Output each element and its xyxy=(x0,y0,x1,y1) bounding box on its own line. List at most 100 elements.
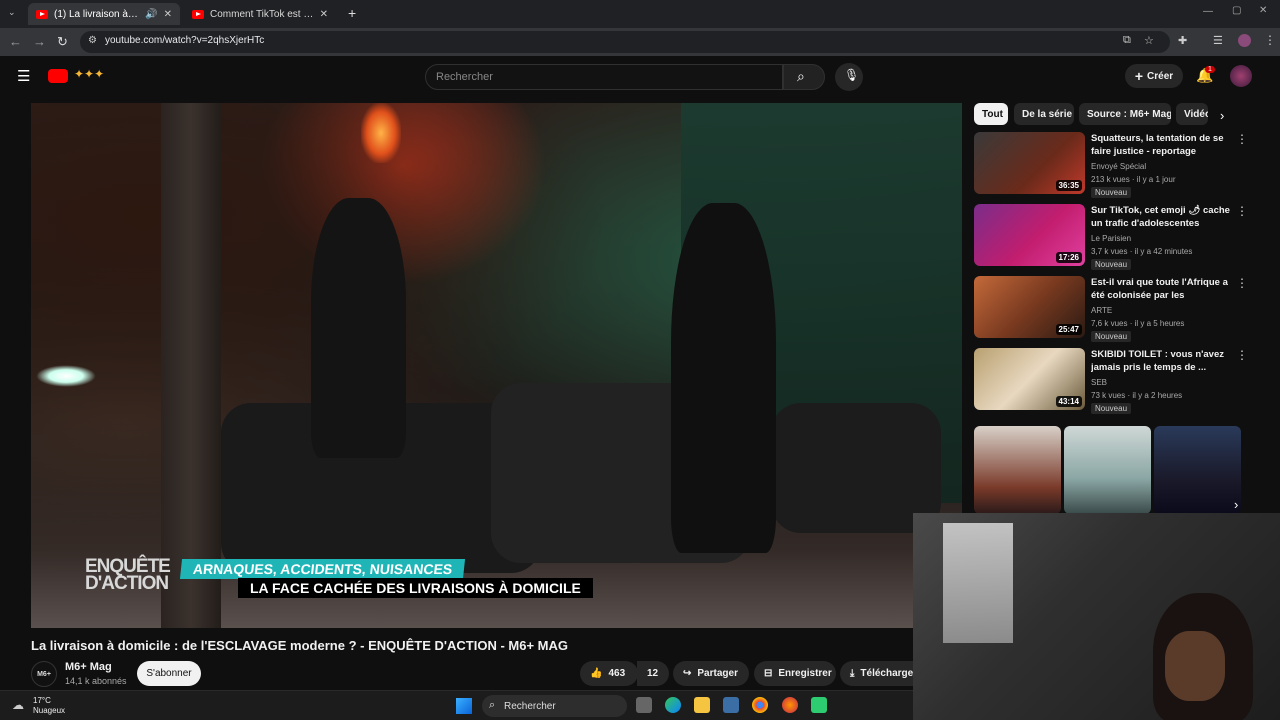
tab-search-icon[interactable]: ⌄ xyxy=(8,7,16,18)
address-bar[interactable]: ⚙ youtube.com/watch?v=2qhsXjerHTc ⧉ ☆ xyxy=(80,31,1170,53)
task-view-icon[interactable] xyxy=(636,697,652,713)
tab-title: (1) La livraison à domicile : xyxy=(54,8,139,20)
youtube-logo-icon[interactable] xyxy=(48,69,68,83)
download-button[interactable]: ⤓ Télécharge xyxy=(840,661,913,686)
shorts-next-icon[interactable]: › xyxy=(1234,497,1238,512)
more-options-icon[interactable]: ⋮ xyxy=(1236,132,1248,146)
share-icon: ↪ xyxy=(683,668,692,679)
youtube-favicon-icon xyxy=(192,9,204,19)
windows-start-icon[interactable] xyxy=(456,698,472,714)
chip-source[interactable]: Source : M6+ Mag xyxy=(1079,103,1171,125)
speaker-icon[interactable]: 🔊 xyxy=(145,9,157,20)
new-badge: Nouveau xyxy=(1091,403,1132,414)
search-button[interactable]: ⌕ xyxy=(783,64,825,90)
tab-inactive[interactable]: Comment TikTok est devenu un ✕ xyxy=(184,3,336,25)
app-icon[interactable] xyxy=(811,697,827,713)
download-icon: ⤓ xyxy=(850,668,855,679)
show-logo: ENQUÊTE D'ACTION xyxy=(85,556,171,594)
weather-widget[interactable]: 17°C Nuageux xyxy=(33,696,65,716)
edge-icon[interactable] xyxy=(665,697,681,713)
channel-avatar[interactable]: M6+ xyxy=(31,661,57,687)
bookmark-star-icon[interactable]: ☆ xyxy=(1144,34,1154,47)
save-button[interactable]: ⊟ Enregistrer xyxy=(754,661,836,686)
maximize-icon[interactable]: ▢ xyxy=(1232,5,1241,16)
cast-icon[interactable]: ⧉ xyxy=(1123,34,1131,47)
close-tab-icon[interactable]: ✕ xyxy=(320,9,328,20)
related-video-item[interactable]: 17:26 Sur TikTok, cet emoji 🌶 cache un t… xyxy=(974,204,1264,270)
more-options-icon[interactable]: ⋮ xyxy=(1236,276,1248,290)
subscribe-button[interactable]: S'abonner xyxy=(137,661,201,686)
car-headlight-shape xyxy=(36,365,96,387)
related-video-item[interactable]: 43:14 SKIBIDI TOILET : vous n'avez jamai… xyxy=(974,348,1264,414)
video-thumbnail[interactable]: 25:47 xyxy=(974,276,1085,338)
short-thumbnail[interactable] xyxy=(974,426,1061,514)
more-options-icon[interactable]: ⋮ xyxy=(1236,348,1248,362)
weather-text: Nuageux xyxy=(33,706,66,715)
file-explorer-icon[interactable] xyxy=(694,697,710,713)
taskbar-search[interactable]: ⌕ Rechercher xyxy=(482,695,627,717)
video-thumbnail[interactable]: 17:26 xyxy=(974,204,1085,266)
youtube-header: ☰ ✦✦✦ Rechercher ⌕ 🎙 + Créer 🔔 1 xyxy=(0,56,1280,96)
account-avatar[interactable] xyxy=(1230,65,1252,87)
video-thumbnail[interactable]: 36:35 xyxy=(974,132,1085,194)
video-thumbnail[interactable]: 43:14 xyxy=(974,348,1085,410)
more-options-icon[interactable]: ⋮ xyxy=(1236,204,1248,218)
video-title: La livraison à domicile : de l'ESCLAVAGE… xyxy=(31,638,568,653)
microphone-icon: 🎙 xyxy=(844,68,860,82)
reading-list-icon[interactable]: ☰ xyxy=(1213,34,1223,47)
save-label: Enregistrer xyxy=(778,668,832,679)
tab-active[interactable]: (1) La livraison à domicile : 🔊 ✕ xyxy=(28,3,180,25)
short-thumbnail[interactable] xyxy=(1154,426,1241,514)
doodle-logo-icon[interactable]: ✦✦✦ xyxy=(74,67,104,81)
chip-series[interactable]: De la série xyxy=(1014,103,1074,125)
voice-search-button[interactable]: 🎙 xyxy=(835,63,863,91)
back-icon[interactable]: ← xyxy=(9,34,22,49)
related-video-title: Sur TikTok, cet emoji 🌶 cache un trafic … xyxy=(1091,205,1230,229)
forward-icon[interactable]: → xyxy=(33,34,46,49)
browser-menu-icon[interactable]: ⋮ xyxy=(1264,33,1276,47)
minimize-icon[interactable]: — xyxy=(1203,6,1213,17)
search-placeholder: Rechercher xyxy=(436,71,493,83)
channel-name[interactable]: M6+ Mag xyxy=(65,661,112,673)
plus-icon: + xyxy=(1134,68,1144,84)
new-tab-icon[interactable]: + xyxy=(348,5,356,21)
chip-video[interactable]: Vidéo xyxy=(1176,103,1208,125)
related-video-title: Est-il vrai que toute l'Afrique a été co… xyxy=(1091,277,1228,304)
new-badge: Nouveau xyxy=(1091,331,1132,342)
subscriber-count: 14,1 k abonnés xyxy=(65,676,127,686)
create-label: Créer xyxy=(1147,70,1174,82)
save-playlist-icon: ⊟ xyxy=(764,668,773,679)
search-input[interactable]: Rechercher xyxy=(425,64,783,90)
window-shape xyxy=(943,523,1013,643)
tab-title: Comment TikTok est devenu un xyxy=(210,8,314,20)
related-video-meta: 213 k vues · il y a 1 jour xyxy=(1091,175,1176,184)
profile-avatar-icon[interactable] xyxy=(1238,34,1251,47)
duration-badge: 43:14 xyxy=(1055,396,1082,407)
close-tab-icon[interactable]: ✕ xyxy=(164,9,172,20)
short-thumbnail[interactable] xyxy=(1064,426,1151,514)
related-video-item[interactable]: 36:35 Squatteurs, la tentation de se fai… xyxy=(974,132,1264,198)
site-info-icon[interactable]: ⚙ xyxy=(88,35,97,46)
firefox-icon[interactable] xyxy=(782,697,798,713)
comments-button[interactable]: 12 xyxy=(637,661,669,686)
extensions-icon[interactable]: ✚ xyxy=(1178,34,1187,47)
like-button[interactable]: 👍 463 xyxy=(580,661,638,686)
create-button[interactable]: + Créer xyxy=(1125,64,1183,88)
reload-icon[interactable]: ↻ xyxy=(57,34,68,50)
windows-taskbar: ☁ 17°C Nuageux ⌕ Rechercher xyxy=(0,690,913,720)
browser-toolbar: ← → ↻ ⚙ youtube.com/watch?v=2qhsXjerHTc … xyxy=(0,28,1280,56)
close-window-icon[interactable]: ✕ xyxy=(1259,5,1267,16)
related-video-meta: 7,6 k vues · il y a 5 heures xyxy=(1091,319,1185,328)
chevron-right-icon[interactable]: › xyxy=(1220,108,1224,123)
share-button[interactable]: ↪ Partager xyxy=(673,661,749,686)
chip-all[interactable]: Tout xyxy=(974,103,1008,125)
chrome-icon[interactable] xyxy=(752,697,768,713)
video-player[interactable]: ENQUÊTE D'ACTION ARNAQUES, ACCIDENTS, NU… xyxy=(31,103,962,628)
like-count: 463 xyxy=(608,668,626,679)
related-channel-name: Le Parisien xyxy=(1091,234,1132,243)
hamburger-menu-icon[interactable]: ☰ xyxy=(17,67,30,85)
download-label: Télécharge xyxy=(860,668,913,679)
video-overlay-line-1: ARNAQUES, ACCIDENTS, NUISANCES xyxy=(179,559,466,579)
store-icon[interactable] xyxy=(723,697,739,713)
related-video-item[interactable]: 25:47 Est-il vrai que toute l'Afrique a … xyxy=(974,276,1264,342)
